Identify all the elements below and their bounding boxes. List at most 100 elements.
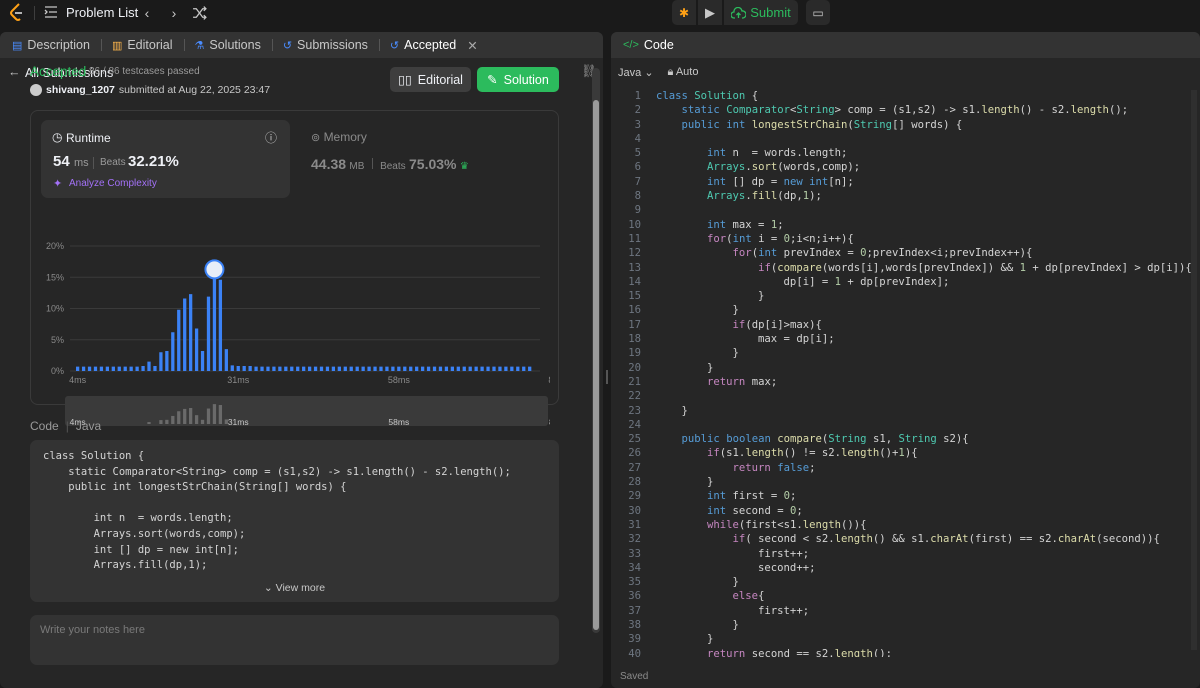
- code-line[interactable]: 25 public boolean compare(String s1, Str…: [611, 432, 1200, 446]
- code-line[interactable]: 8 Arrays.fill(dp,1);: [611, 189, 1200, 203]
- code-line[interactable]: 33 first++;: [611, 547, 1200, 561]
- code-editor[interactable]: 1 class Solution {2 static Comparator<Str…: [611, 89, 1200, 657]
- tab-label: Accepted: [404, 38, 457, 52]
- edit-icon: ✎: [487, 73, 498, 87]
- code-line[interactable]: 27 return false;: [611, 461, 1200, 475]
- minimap-bar: [159, 420, 163, 424]
- editor-toolbar: Java ⌄ 🔒︎ Auto: [618, 66, 698, 79]
- line-content: while(first<s1.length()){: [707, 518, 867, 531]
- language-select[interactable]: Java ⌄: [618, 66, 654, 79]
- code-line[interactable]: 6 Arrays.sort(words,comp);: [611, 160, 1200, 174]
- cloud-upload-icon: [731, 6, 747, 19]
- tab-editorial[interactable]: ▥ Editorial: [110, 38, 193, 52]
- notes-input[interactable]: Write your notes here: [30, 615, 559, 665]
- arrow-left-icon[interactable]: ←: [8, 65, 21, 79]
- chart-bar: [123, 366, 127, 371]
- code-line[interactable]: 35 }: [611, 575, 1200, 589]
- chart-bar: [206, 296, 211, 371]
- code-line[interactable]: 3 public int longestStrChain(String[] wo…: [611, 118, 1200, 132]
- x-tick-label: 58ms: [388, 375, 411, 385]
- code-line[interactable]: 11 for(int i = 0;i<n;i++){: [611, 232, 1200, 246]
- tab-description[interactable]: ▤ Description: [10, 38, 110, 52]
- left-tab-bar: ▤ Description ▥ Editorial ⚗ Solutions ↺ Subm…: [0, 32, 603, 58]
- avatar[interactable]: [30, 84, 42, 96]
- auto-mode[interactable]: 🔒︎ Auto: [668, 66, 699, 79]
- line-number: 4: [634, 132, 641, 145]
- shuffle-icon[interactable]: [192, 4, 207, 22]
- solution-button[interactable]: ✎ Solution: [477, 67, 559, 92]
- tab-code[interactable]: </> Code: [621, 38, 676, 52]
- submit-button[interactable]: Submit: [724, 0, 798, 25]
- code-line[interactable]: 38 }: [611, 618, 1200, 632]
- code-line[interactable]: 14 dp[i] = 1 + dp[prevIndex];: [611, 275, 1200, 289]
- code-line[interactable]: 30 int second = 0;: [611, 504, 1200, 518]
- memory-card[interactable]: ⊚ Memory 44.38 MB Beats 75.03% ♛: [311, 130, 469, 172]
- code-line[interactable]: 15 }: [611, 289, 1200, 303]
- line-number: 11: [628, 232, 641, 245]
- code-line[interactable]: 31 while(first<s1.length()){: [611, 518, 1200, 532]
- code-line[interactable]: 5 int n = words.length;: [611, 146, 1200, 160]
- code-line[interactable]: 26 if(s1.length() != s2.length()+1){: [611, 446, 1200, 460]
- chart-bar: [331, 366, 336, 371]
- code-preview[interactable]: class Solution { static Comparator<Strin…: [30, 440, 559, 602]
- line-content: if( second < s2.length() && s1.charAt(fi…: [732, 533, 1160, 546]
- code-line[interactable]: 24: [611, 418, 1200, 432]
- editor-scrollbar[interactable]: [1191, 90, 1197, 650]
- code-line[interactable]: 2 static Comparator<String> comp = (s1,s…: [611, 103, 1200, 117]
- code-line[interactable]: 23 }: [611, 404, 1200, 418]
- close-icon[interactable]: ✕: [467, 38, 477, 53]
- code-line[interactable]: 21 return max;: [611, 375, 1200, 389]
- minimap-bar: [165, 419, 169, 424]
- scrollbar-thumb[interactable]: [593, 100, 599, 630]
- code-line[interactable]: 37 first++;: [611, 604, 1200, 618]
- tab-submissions[interactable]: ↺ Submissions: [281, 38, 388, 52]
- code-line[interactable]: 34 second++;: [611, 561, 1200, 575]
- code-line[interactable]: 18 max = dp[i];: [611, 332, 1200, 346]
- code-line[interactable]: 4: [611, 132, 1200, 146]
- code-line[interactable]: 9: [611, 203, 1200, 217]
- view-more-button[interactable]: ⌄ View more: [30, 582, 559, 594]
- notes-button[interactable]: ▭: [806, 0, 830, 25]
- info-icon[interactable]: ⓘ: [265, 129, 277, 146]
- list-icon[interactable]: [44, 5, 58, 19]
- code-line[interactable]: 20 }: [611, 361, 1200, 375]
- code-line[interactable]: 28 }: [611, 475, 1200, 489]
- code-line[interactable]: 19 }: [611, 346, 1200, 360]
- chevron-left-icon[interactable]: ‹: [138, 4, 156, 22]
- code-line[interactable]: 39 }: [611, 632, 1200, 646]
- code-line[interactable]: 1 class Solution {: [611, 89, 1200, 103]
- line-content: return false;: [732, 461, 816, 474]
- analyze-complexity-link[interactable]: Analyze Complexity: [69, 178, 157, 189]
- code-line[interactable]: 7 int [] dp = new int[n];: [611, 175, 1200, 189]
- code-line[interactable]: 16 }: [611, 303, 1200, 317]
- problem-list-link[interactable]: Problem List: [66, 5, 138, 20]
- tab-solutions[interactable]: ⚗ Solutions: [193, 38, 281, 52]
- code-label: Code: [30, 419, 59, 433]
- resize-handle[interactable]: [606, 370, 608, 384]
- line-content: return second == s2.length();: [707, 647, 893, 657]
- code-line[interactable]: 29 int first = 0;: [611, 489, 1200, 503]
- code-line[interactable]: 17 if(dp[i]>max){: [611, 318, 1200, 332]
- chart-bar: [171, 332, 175, 371]
- tab-accepted[interactable]: ↺ Accepted ✕: [388, 38, 480, 53]
- code-line[interactable]: 12 for(int prevIndex = 0;prevIndex<i;pre…: [611, 246, 1200, 260]
- run-button[interactable]: ▶: [698, 0, 722, 25]
- debug-button[interactable]: ✱: [672, 0, 696, 25]
- line-number: 14: [628, 275, 641, 288]
- editorial-button[interactable]: ▯▯ Editorial: [390, 67, 471, 92]
- code-line[interactable]: 32 if( second < s2.length() && s1.charAt…: [611, 532, 1200, 546]
- code-line[interactable]: 13 if(compare(words[i],words[prevIndex])…: [611, 261, 1200, 275]
- line-number: 36: [628, 590, 641, 603]
- code-line[interactable]: 36 else{: [611, 589, 1200, 603]
- code-line[interactable]: 40 return second == s2.length();: [611, 647, 1200, 657]
- leetcode-logo-icon[interactable]: [9, 3, 25, 23]
- code-line[interactable]: 22: [611, 389, 1200, 403]
- username[interactable]: shivang_1207: [46, 84, 115, 96]
- runtime-distribution-chart[interactable]: 20%15%10%5%0%4ms31ms58ms85ms112ms139ms16…: [40, 236, 550, 426]
- line-content: for(int prevIndex = 0;prevIndex<i;prevIn…: [732, 247, 1033, 260]
- chart-bar: [260, 366, 264, 371]
- code-line[interactable]: 10 int max = 1;: [611, 218, 1200, 232]
- runtime-card[interactable]: ◷ Runtime ⓘ 54 ms Beats 32.21% ✦ Analyze…: [41, 120, 290, 198]
- line-number: 33: [628, 547, 641, 560]
- chevron-right-icon[interactable]: ›: [165, 4, 183, 22]
